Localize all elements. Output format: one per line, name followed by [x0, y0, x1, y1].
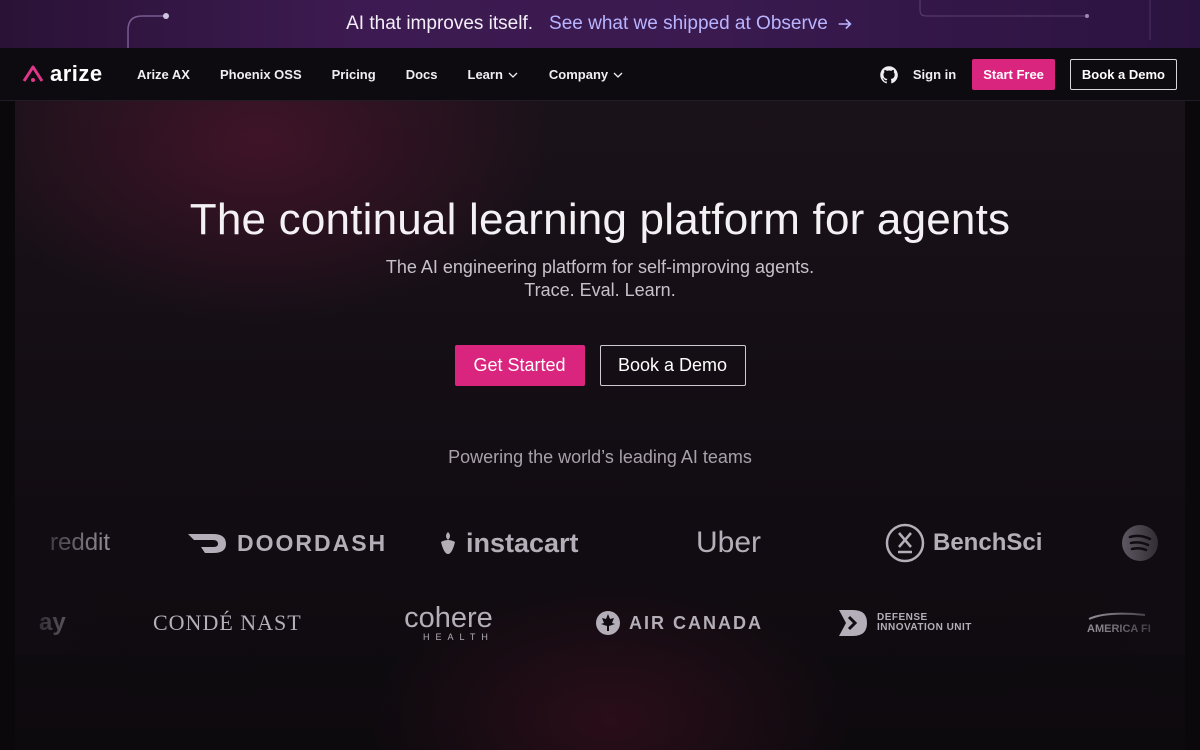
- announcement-link[interactable]: See what we shipped at Observe: [549, 13, 854, 35]
- brand-label: ay: [39, 609, 66, 636]
- benchsci-logo: BenchSci: [885, 513, 1042, 573]
- sign-in-link[interactable]: Sign in: [913, 67, 956, 82]
- nav-link-phoenix-oss[interactable]: Phoenix OSS: [220, 67, 302, 82]
- brand-label: DOORDASH: [237, 529, 388, 556]
- customer-logos-row-1: reddit DOORDASH instacart Uber BenchSci: [15, 513, 1185, 573]
- brand-sublabel: HEALTH: [423, 632, 494, 642]
- logo-text: arize: [50, 61, 103, 86]
- uber-logo: Uber: [696, 513, 761, 573]
- nav-link-company[interactable]: Company: [549, 67, 624, 82]
- customer-logos-row-2: ay CONDÉ NAST cohere HEALTH AIR CANADA D…: [15, 593, 1185, 653]
- reddit-logo: reddit: [50, 513, 110, 573]
- cohere-health-logo: cohere HEALTH: [403, 593, 494, 653]
- announcement-link-text: See what we shipped at Observe: [549, 13, 828, 34]
- nav-links: Arize AX Phoenix OSS Pricing Docs Learn …: [137, 48, 624, 101]
- announcement-text: AI that improves itself.: [346, 13, 534, 34]
- arrow-right-icon: [838, 18, 852, 30]
- nav-link-label: Arize AX: [137, 67, 190, 82]
- hero-subtitle-line2: Trace. Eval. Learn.: [524, 280, 676, 300]
- book-demo-hero-button[interactable]: Book a Demo: [599, 345, 746, 386]
- hero-subtitle: The AI engineering platform for self-imp…: [0, 256, 1200, 302]
- start-free-button[interactable]: Start Free: [972, 59, 1055, 90]
- get-started-button[interactable]: Get Started: [454, 345, 585, 386]
- brand-label: reddit: [50, 529, 111, 556]
- chevron-down-icon: [613, 72, 623, 78]
- customers-heading: Powering the world’s leading AI teams: [448, 447, 752, 467]
- arize-logo[interactable]: arize: [22, 61, 103, 87]
- nav-link-label: Learn: [467, 67, 503, 82]
- nav-link-docs[interactable]: Docs: [406, 67, 438, 82]
- hero-subtitle-line1: The AI engineering platform for self-imp…: [385, 257, 815, 277]
- maple-leaf-icon: [596, 611, 620, 635]
- nav-link-label: Docs: [405, 67, 438, 82]
- brand-label: AIR CANADA: [629, 612, 763, 633]
- nav-link-label: Phoenix OSS: [219, 67, 302, 82]
- top-nav: arize Arize AX Phoenix OSS Pricing Docs …: [0, 48, 1200, 101]
- hero-section: The continual learning platform for agen…: [0, 101, 1200, 750]
- book-demo-nav-button[interactable]: Book a Demo: [1069, 59, 1177, 90]
- brand-label: cohere: [404, 602, 493, 634]
- hero-title: The continual learning platform for agen…: [189, 195, 1011, 244]
- spotify-icon: [1122, 525, 1158, 561]
- brand-label: Uber: [696, 526, 762, 559]
- arize-logo-icon: [22, 65, 44, 82]
- defense-innovation-unit-logo: DEFENSE INNOVATION UNIT: [837, 593, 972, 653]
- brand-label: AMERICA FI: [1087, 623, 1151, 635]
- brand-label: INNOVATION UNIT: [877, 622, 972, 633]
- nav-link-pricing[interactable]: Pricing: [332, 67, 376, 82]
- nav-link-label: Pricing: [331, 67, 376, 82]
- brand-label: BenchSci: [933, 529, 1043, 556]
- nav-link-learn[interactable]: Learn: [468, 67, 519, 82]
- swoosh-icon: [1088, 612, 1146, 620]
- brand-label: CONDÉ NAST: [153, 610, 302, 635]
- america-first-logo: AMERICA FI: [1087, 593, 1151, 653]
- diu-icon: [839, 610, 867, 636]
- github-icon[interactable]: [879, 65, 899, 85]
- air-canada-logo: AIR CANADA: [595, 593, 763, 653]
- doordash-icon: [188, 534, 226, 553]
- nav-actions: Sign in Start Free Book a Demo: [879, 48, 1177, 101]
- hero-cta-group: Get Started Book a Demo: [0, 345, 1200, 386]
- chevron-down-icon: [508, 72, 518, 78]
- announcement-bar: AI that improves itself. See what we shi…: [0, 0, 1200, 48]
- nav-link-arize-ax[interactable]: Arize AX: [137, 67, 190, 82]
- instacart-carrot-icon: [441, 532, 455, 554]
- benchsci-icon: [885, 523, 925, 563]
- doordash-logo: DOORDASH: [187, 513, 387, 573]
- brand-label: instacart: [466, 527, 579, 558]
- diu-text: DEFENSE INNOVATION UNIT: [877, 613, 972, 633]
- spotify-logo: [1121, 513, 1159, 573]
- nav-link-label: Company: [548, 67, 609, 82]
- instacart-logo: instacart: [438, 513, 579, 573]
- partial-logo: ay: [39, 593, 66, 653]
- conde-nast-logo: CONDÉ NAST: [153, 593, 302, 653]
